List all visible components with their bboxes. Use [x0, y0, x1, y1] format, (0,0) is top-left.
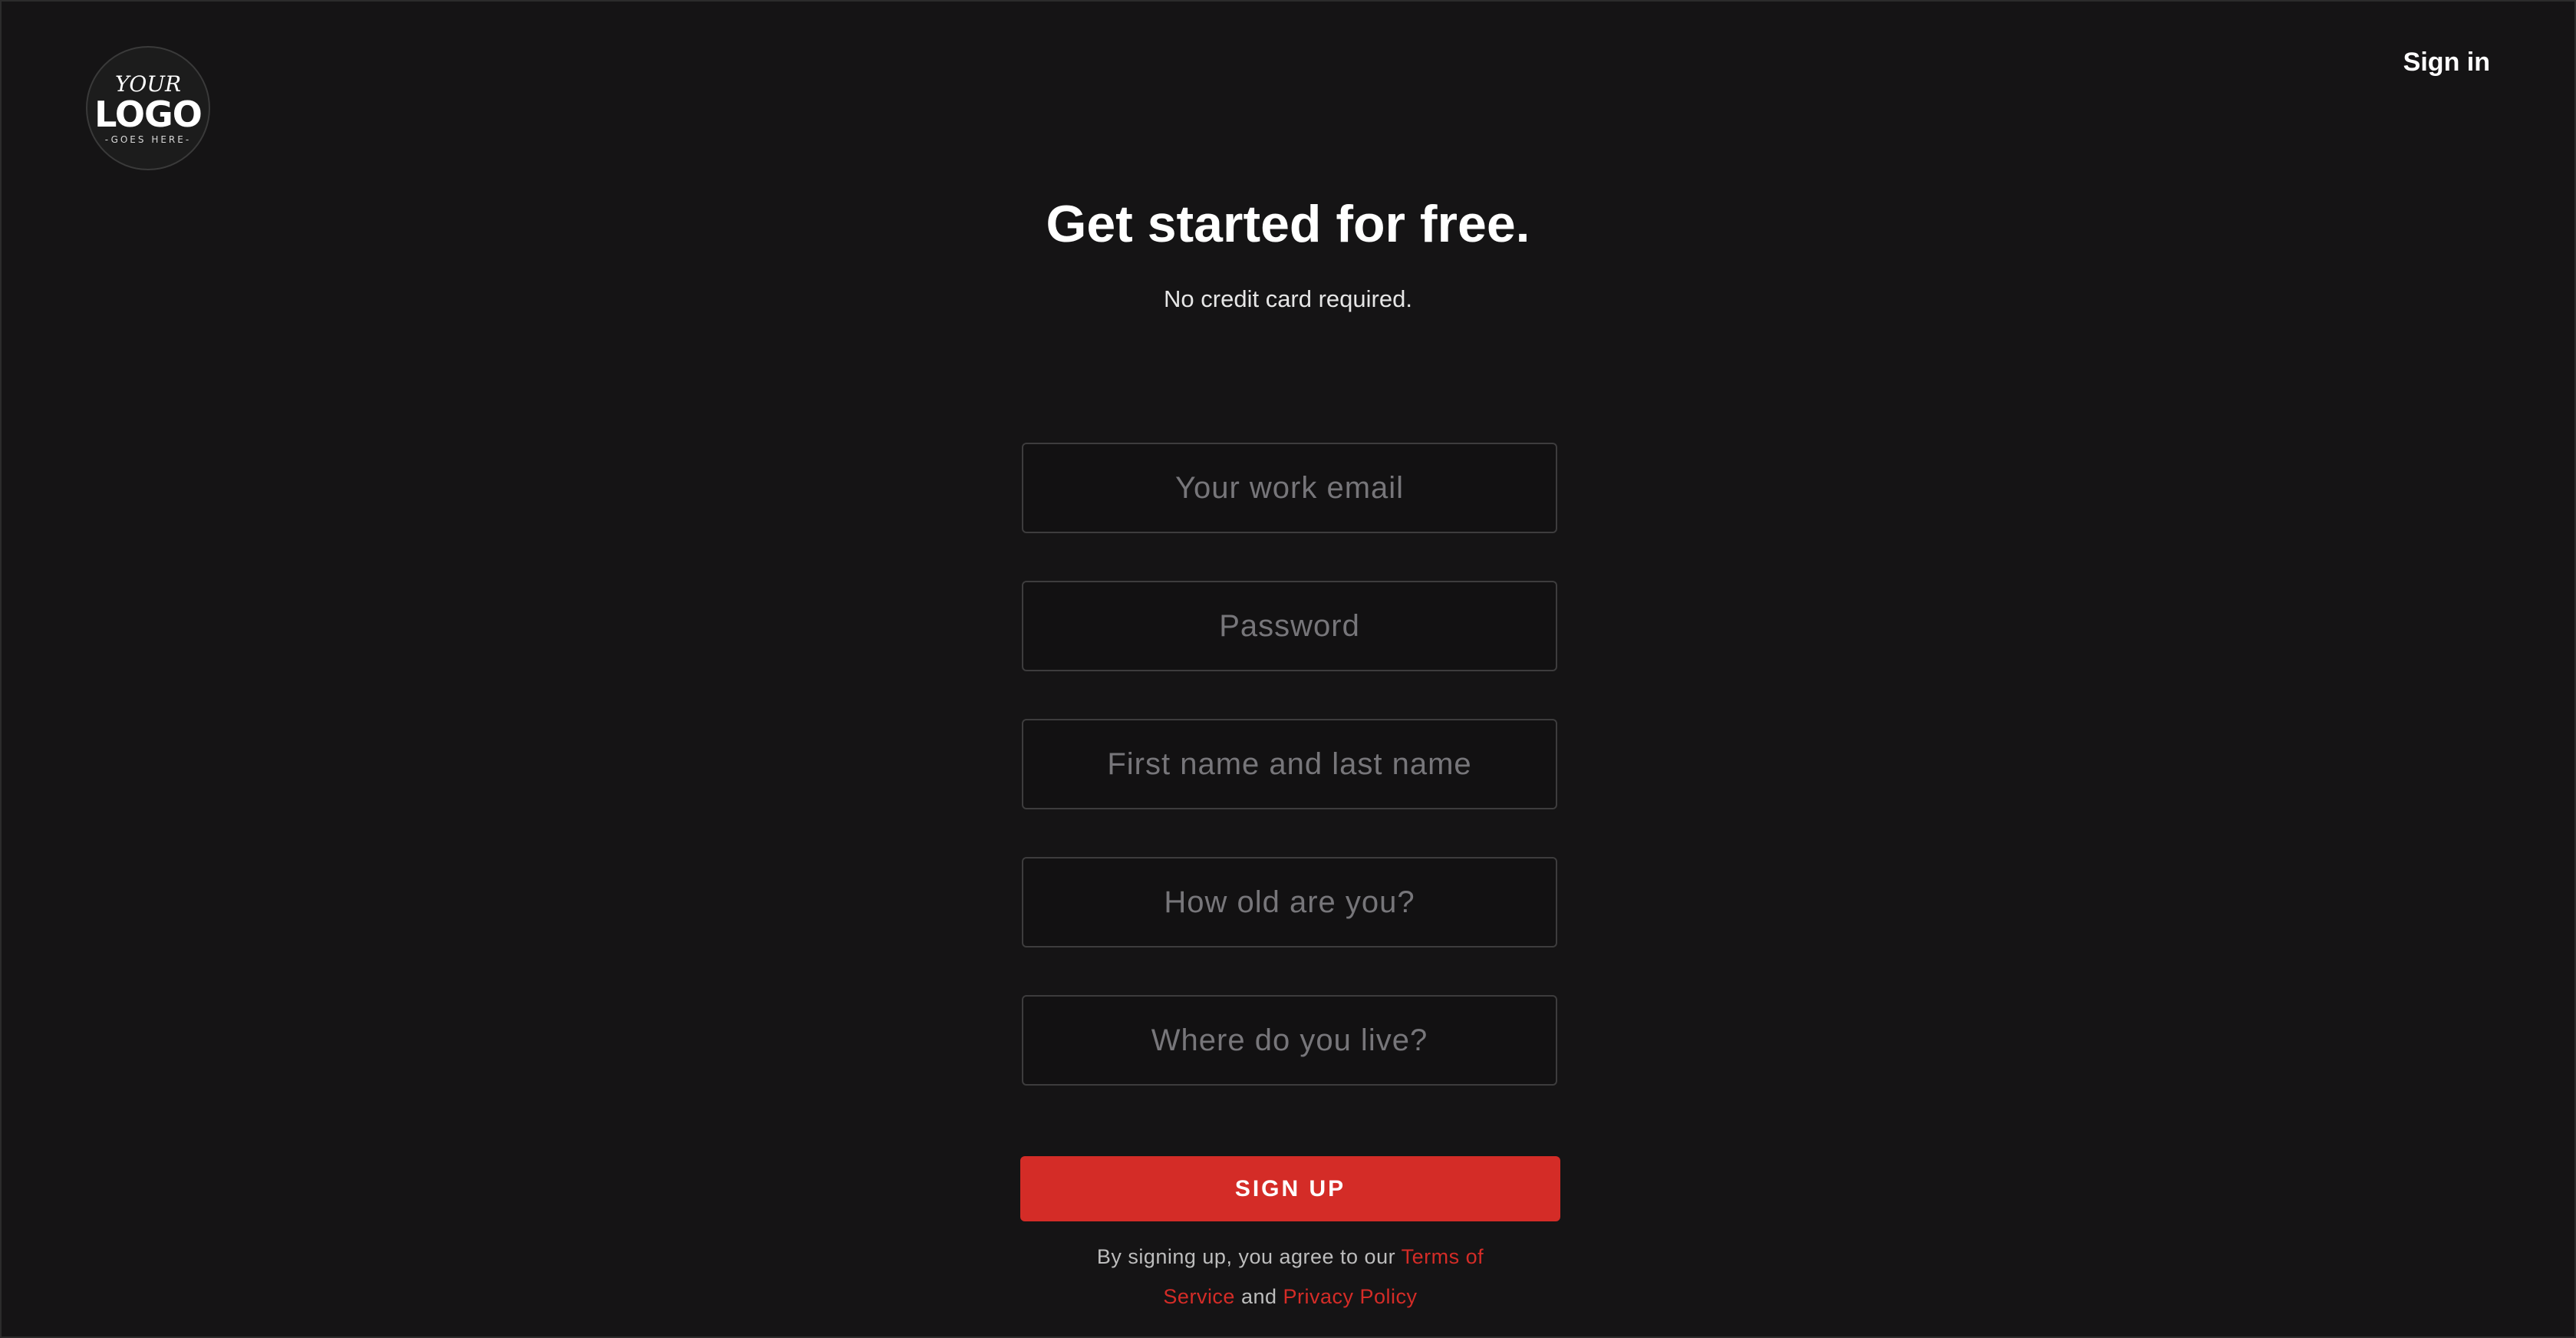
logo[interactable]: YOUR LOGO -GOES HERE- [86, 46, 210, 170]
full-name-field[interactable] [1022, 719, 1557, 809]
logo-bottom-text: -GOES HERE- [104, 134, 192, 145]
signup-form [1022, 443, 1559, 1133]
location-field[interactable] [1022, 995, 1557, 1086]
sign-in-link[interactable]: Sign in [2403, 48, 2490, 77]
password-field[interactable] [1022, 581, 1557, 671]
sign-up-button[interactable]: SIGN UP [1020, 1156, 1560, 1221]
legal-prefix: By signing up, you agree to our [1096, 1245, 1402, 1268]
legal-conjunction: and [1234, 1285, 1283, 1308]
privacy-policy-link[interactable]: Privacy Policy [1283, 1285, 1418, 1308]
page-title: Get started for free. [1046, 195, 1530, 253]
logo-main-text: LOGO [94, 94, 203, 135]
page-subtitle: No credit card required. [1164, 285, 1412, 312]
age-field[interactable] [1022, 857, 1557, 947]
logo-top-text: YOUR [114, 71, 182, 97]
email-field[interactable] [1022, 443, 1557, 533]
legal-notice: By signing up, you agree to our Terms of… [1060, 1237, 1520, 1317]
